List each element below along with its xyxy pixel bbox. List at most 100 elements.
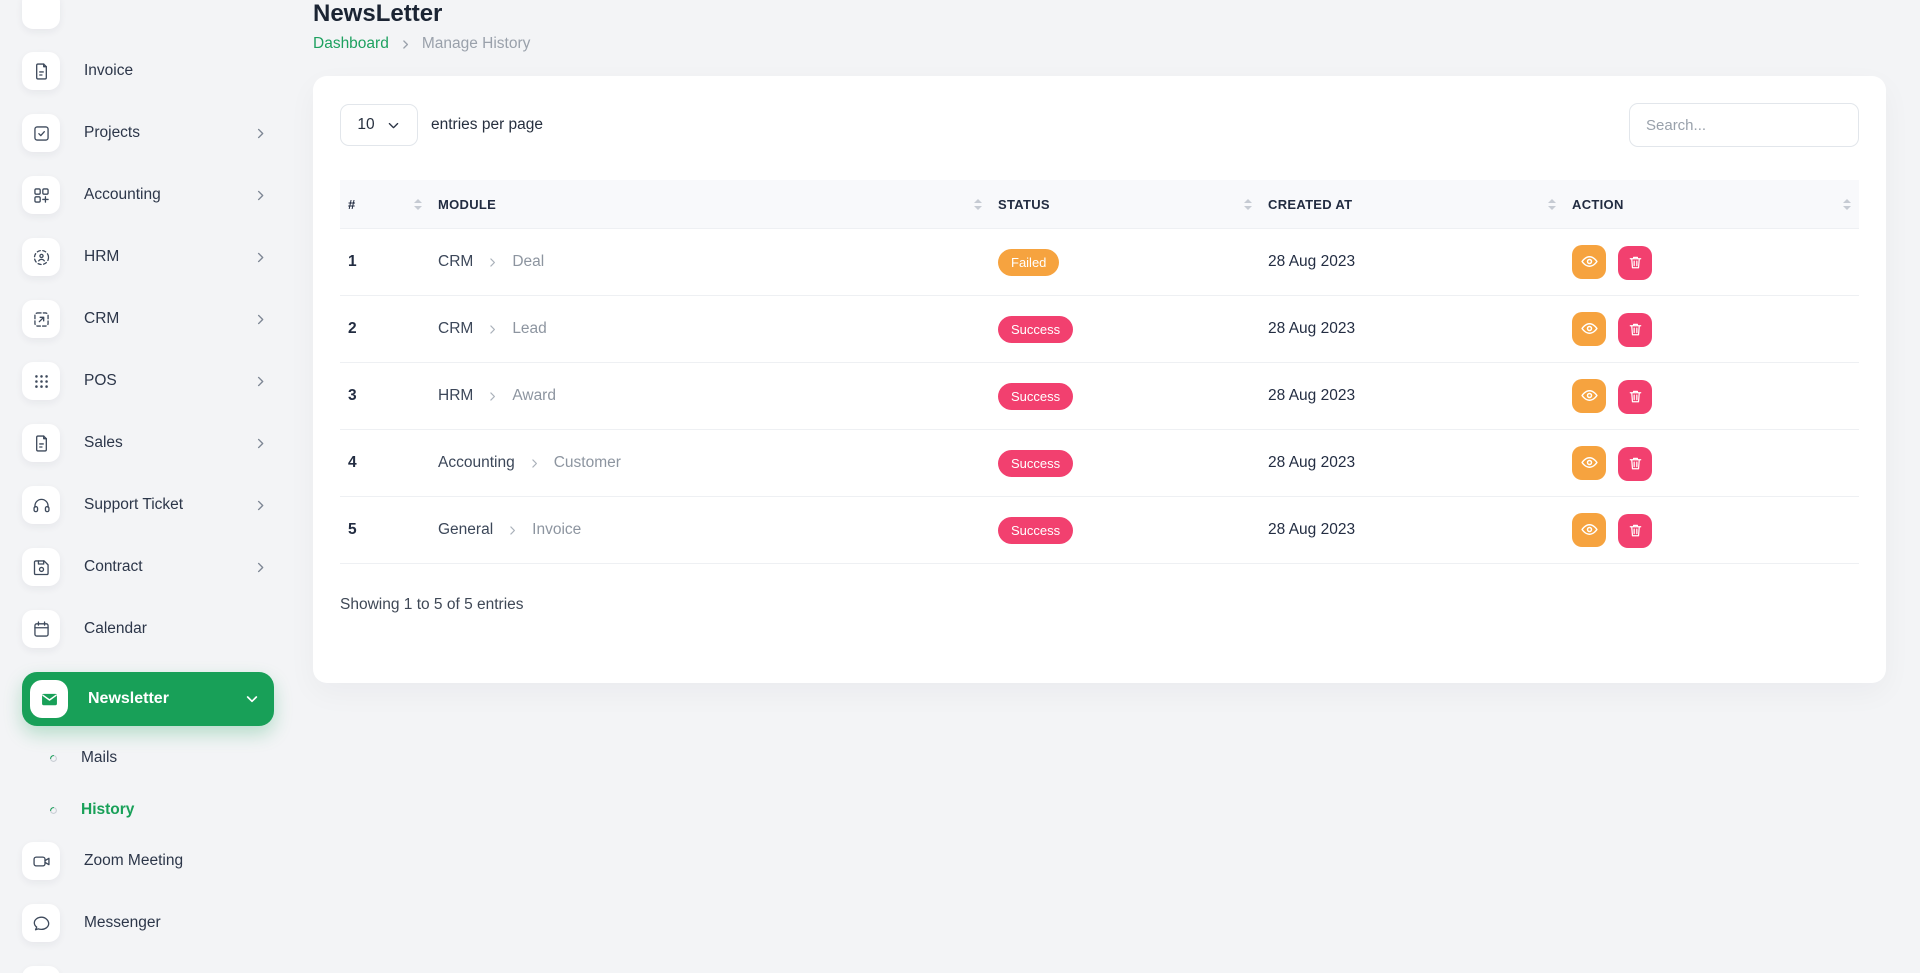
- sidebar-item-label: POS: [84, 372, 117, 390]
- column-header-index[interactable]: #: [340, 180, 430, 229]
- column-header-label: CREATED AT: [1268, 197, 1352, 212]
- chevron-right-icon: [253, 560, 268, 575]
- created-at-cell: 28 Aug 2023: [1260, 363, 1564, 430]
- sidebar-item-label: Sales: [84, 434, 123, 452]
- chevron-right-icon: [253, 188, 268, 203]
- sidebar-item-accounting[interactable]: Accounting: [22, 176, 276, 214]
- newsletter-icon: [30, 680, 68, 718]
- entries-per-page-select[interactable]: 10: [340, 104, 418, 146]
- crm-icon: [22, 300, 60, 338]
- chevron-right-icon: [253, 498, 268, 513]
- created-at-cell: 28 Aug 2023: [1260, 430, 1564, 497]
- module-cell: GeneralInvoice: [438, 521, 982, 539]
- column-header-created-at[interactable]: CREATED AT: [1260, 180, 1564, 229]
- trash-icon: [1627, 254, 1644, 271]
- sales-icon: [22, 424, 60, 462]
- row-index: 3: [340, 363, 430, 430]
- sidebar-subitem-history[interactable]: History: [48, 790, 276, 830]
- sidebar-item-pos[interactable]: POS: [22, 362, 276, 400]
- column-header-label: ACTION: [1572, 197, 1624, 212]
- sort-icon: [974, 199, 982, 210]
- column-header-module[interactable]: MODULE: [430, 180, 990, 229]
- chevron-right-icon: [253, 126, 268, 141]
- eye-icon: [1580, 386, 1599, 405]
- search-input[interactable]: [1629, 103, 1859, 147]
- module-name: Accounting: [438, 454, 515, 472]
- view-button[interactable]: [1572, 513, 1606, 547]
- created-at-cell: 28 Aug 2023: [1260, 497, 1564, 564]
- sidebar-item-support-ticket[interactable]: Support Ticket: [22, 486, 276, 524]
- trash-icon: [1627, 522, 1644, 539]
- breadcrumb-dashboard-link[interactable]: Dashboard: [313, 35, 389, 53]
- status-badge: Success: [998, 383, 1073, 410]
- status-badge: Failed: [998, 249, 1059, 276]
- delete-button[interactable]: [1618, 447, 1652, 481]
- table-toolbar: 10 entries per page: [340, 103, 1859, 147]
- sidebar-item-label: Projects: [84, 124, 140, 142]
- history-table: #MODULESTATUSCREATED ATACTION 1CRMDealFa…: [340, 180, 1859, 564]
- sidebar-item-contract[interactable]: Contract: [22, 548, 276, 586]
- delete-button[interactable]: [1618, 380, 1652, 414]
- column-header-status[interactable]: STATUS: [990, 180, 1260, 229]
- sidebar-item-label: Invoice: [84, 62, 133, 80]
- sidebar-item-crm[interactable]: CRM: [22, 300, 276, 338]
- table-row: 1CRMDealFailed28 Aug 2023: [340, 229, 1859, 296]
- submodule-name: Customer: [554, 454, 621, 472]
- view-button[interactable]: [1572, 446, 1606, 480]
- partial-icon-tile-top: [22, 0, 60, 29]
- table-footer-status: Showing 1 to 5 of 5 entries: [340, 596, 1859, 614]
- eye-icon: [1580, 520, 1599, 539]
- bullet-icon: [48, 805, 59, 816]
- column-header-action[interactable]: ACTION: [1564, 180, 1859, 229]
- pos-icon: [22, 362, 60, 400]
- trash-icon: [1627, 388, 1644, 405]
- delete-button[interactable]: [1618, 514, 1652, 548]
- view-button[interactable]: [1572, 245, 1606, 279]
- invoice-icon: [22, 52, 60, 90]
- sidebar-item-projects[interactable]: Projects: [22, 114, 276, 152]
- view-button[interactable]: [1572, 379, 1606, 413]
- calendar-icon: [22, 610, 60, 648]
- sidebar-item-label: Contract: [84, 558, 143, 576]
- table-row: 4 Accounting Customer Success 28 Aug 2023: [340, 430, 1859, 497]
- trash-icon: [1627, 455, 1644, 472]
- sort-icon: [1548, 199, 1556, 210]
- sidebar-item-messenger[interactable]: Messenger: [22, 904, 276, 942]
- row-index: 4: [340, 430, 430, 497]
- module-cell: CRMDeal: [438, 253, 982, 271]
- module-name: HRM: [438, 387, 473, 405]
- sort-icon: [414, 199, 422, 210]
- sidebar-item-zoom-meeting[interactable]: Zoom Meeting: [22, 842, 276, 880]
- bullet-icon: [48, 753, 59, 764]
- status-badge: Success: [998, 450, 1073, 477]
- column-header-label: MODULE: [438, 197, 496, 212]
- table-header-row: # MODULE STATUS CREATED AT ACTION: [340, 180, 1859, 229]
- chevron-right-icon: [253, 312, 268, 327]
- delete-button[interactable]: [1618, 246, 1652, 280]
- sidebar-item-invoice[interactable]: Invoice: [22, 52, 276, 90]
- sidebar-item-label: CRM: [84, 310, 119, 328]
- chevron-right-icon: [253, 250, 268, 265]
- module-name: General: [438, 521, 493, 539]
- chevron-right-icon: [486, 390, 499, 403]
- sidebar-item-newsletter[interactable]: Newsletter: [22, 672, 274, 726]
- chevron-right-icon: [528, 457, 541, 470]
- created-at-cell: 28 Aug 2023: [1260, 296, 1564, 363]
- module-cell: Accounting Customer: [438, 454, 982, 472]
- sort-icon: [1244, 199, 1252, 210]
- status-badge: Success: [998, 316, 1073, 343]
- module-name: CRM: [438, 320, 473, 338]
- submodule-name: Lead: [512, 320, 546, 338]
- sidebar-item-calendar[interactable]: Calendar: [22, 610, 276, 648]
- sidebar-item-label: HRM: [84, 248, 119, 266]
- sidebar: Invoice Projects Accounting HRM CRM POS Sales S…: [0, 0, 292, 973]
- sidebar-item-sales[interactable]: Sales: [22, 424, 276, 462]
- hrm-icon: [22, 238, 60, 276]
- entries-select-value: 10: [357, 116, 374, 134]
- status-badge: Success: [998, 517, 1073, 544]
- messenger-icon: [22, 904, 60, 942]
- delete-button[interactable]: [1618, 313, 1652, 347]
- view-button[interactable]: [1572, 312, 1606, 346]
- sidebar-subitem-mails[interactable]: Mails: [48, 738, 276, 778]
- sidebar-item-hrm[interactable]: HRM: [22, 238, 276, 276]
